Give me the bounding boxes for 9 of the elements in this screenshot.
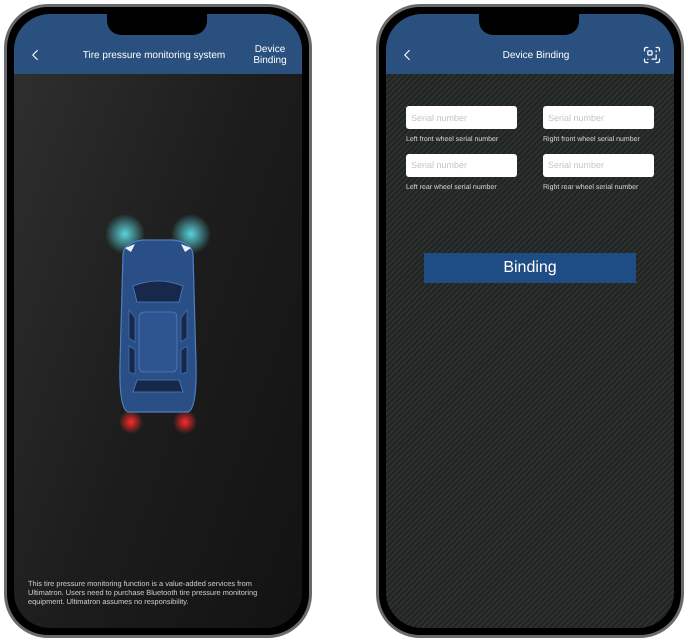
serial-number-field[interactable]: Serial number <box>406 154 517 176</box>
serial-number-field[interactable]: Serial number <box>543 154 654 176</box>
scan-icon[interactable] <box>642 45 662 65</box>
serial-number-field[interactable]: Serial number <box>543 106 654 129</box>
screen-title: Tire pressure monitoring system <box>82 48 226 62</box>
binding-button[interactable]: Binding <box>424 253 636 283</box>
screen-title: Device Binding <box>502 48 570 62</box>
device-binding-link[interactable]: Device Binding <box>250 44 290 66</box>
serial-number-field[interactable]: Serial number <box>406 106 517 129</box>
